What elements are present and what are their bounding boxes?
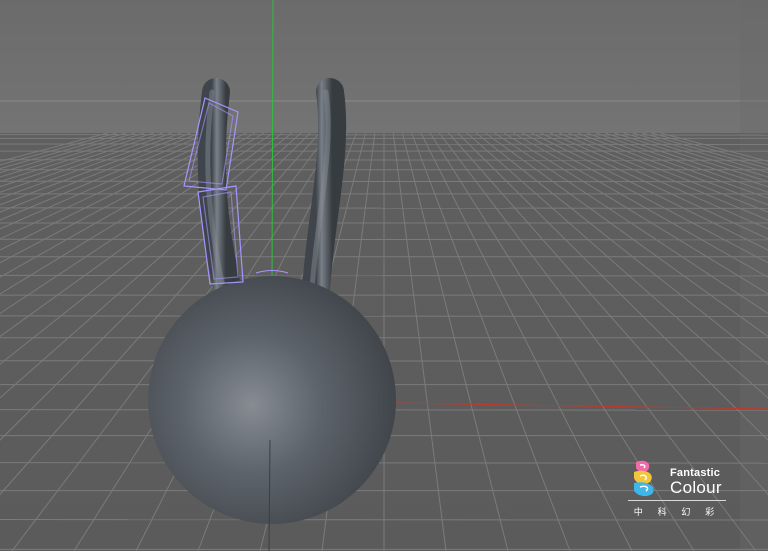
stacked-wave-logo-icon [634, 460, 654, 497]
fantastic-colour-watermark: Fantastic Colour 中 科 幻 彩 [622, 456, 732, 520]
3d-viewport[interactable]: Fantastic Colour 中 科 幻 彩 [0, 0, 768, 551]
sphere-body[interactable] [148, 276, 396, 524]
watermark-divider [628, 500, 726, 501]
sky-background [0, 0, 768, 133]
watermark-chinese: 中 科 幻 彩 [633, 508, 721, 518]
watermark-subtitle: Colour [670, 478, 722, 497]
